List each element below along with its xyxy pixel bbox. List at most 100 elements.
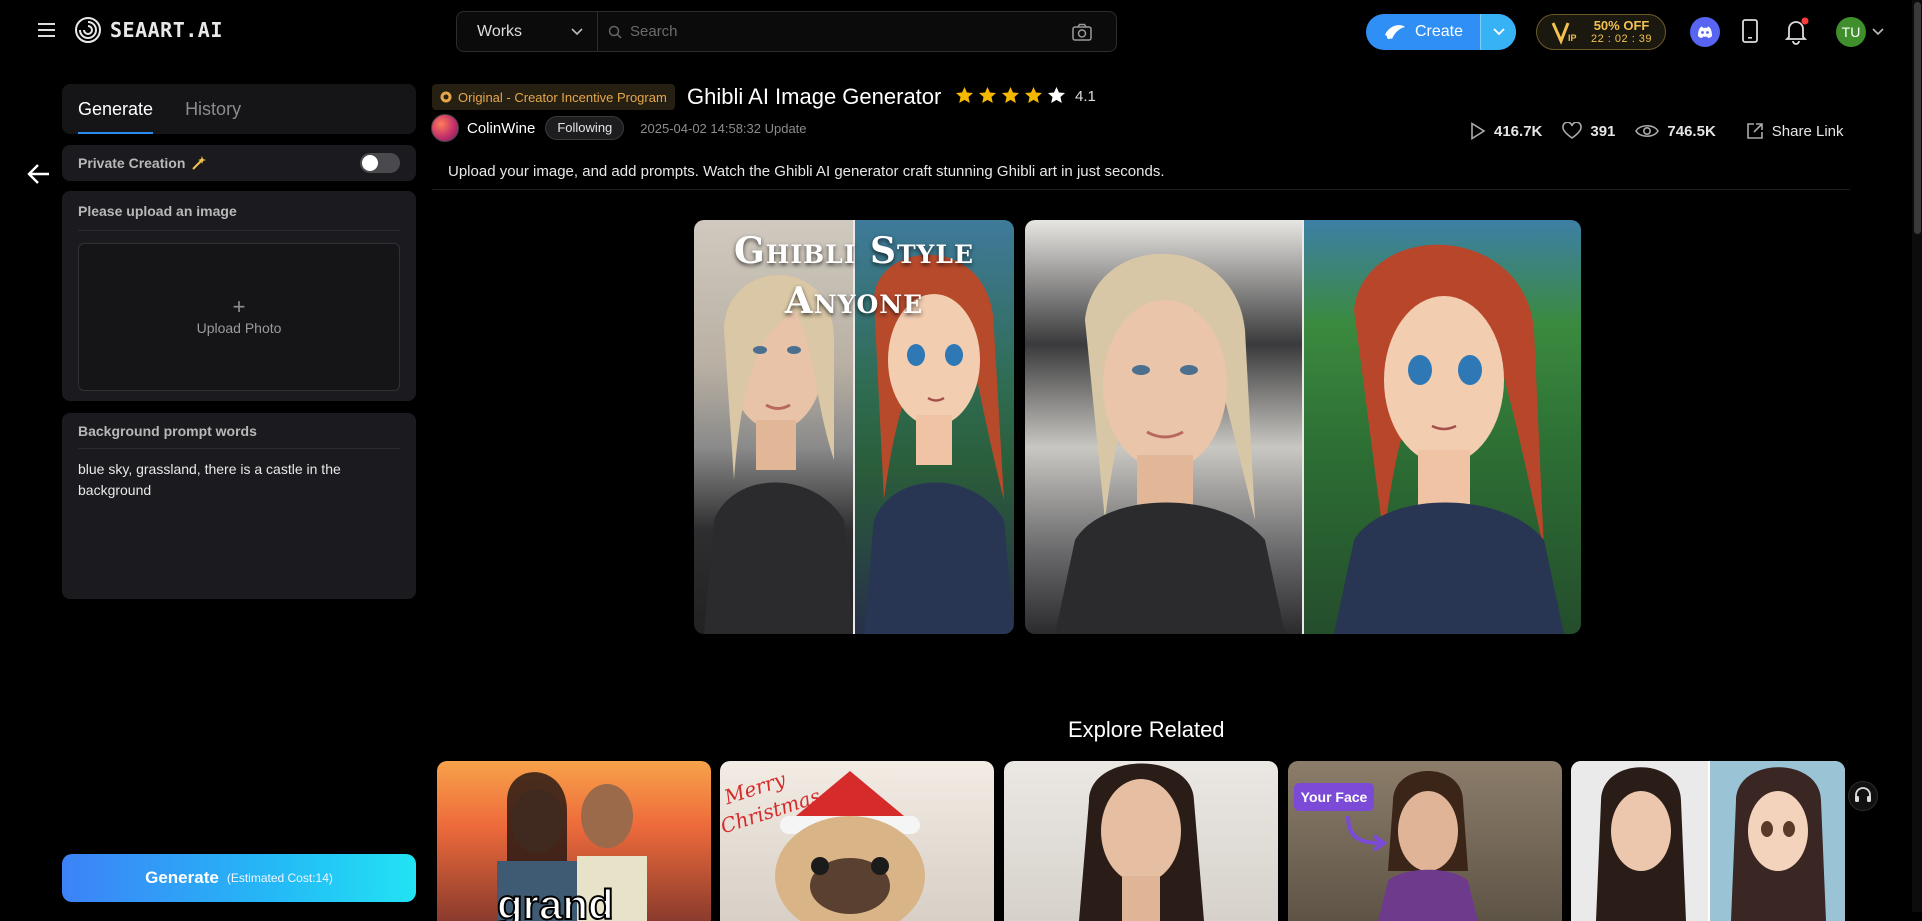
generate-cost: (Estimated Cost:14) [226,871,333,885]
rating-stars[interactable] [955,86,1066,104]
panel-tabs: Generate History [62,84,416,134]
sparkle-icon [191,155,207,171]
back-arrow-icon[interactable] [26,161,52,187]
logo-text: SEAART.AI [110,18,223,42]
tab-generate[interactable]: Generate [78,84,154,134]
upload-photo-dropzone[interactable]: + Upload Photo [78,243,400,391]
related-card-4[interactable]: Your Face [1288,761,1562,921]
search-input[interactable] [622,23,1072,40]
related-thumbnail: Merry Christmas [720,767,925,921]
create-button[interactable]: Create [1366,14,1516,50]
camera-search-icon[interactable] [1072,23,1092,41]
star-icon [955,86,974,104]
hero-overlay-line-1: Ghibli Style [733,230,975,272]
search-category-value: Works [477,22,523,40]
realistic-portrait [1055,253,1285,634]
user-avatar[interactable]: TU [1836,17,1866,47]
hamburger-menu-icon[interactable] [36,19,58,41]
svg-text:IP: IP [1568,33,1577,43]
create-label: Create [1414,23,1464,40]
run-count: 416.7K [1470,122,1542,140]
author-row: ColinWine Following 2025-04-02 14:58:32 … [431,114,807,142]
search-bar: Works [456,11,1117,52]
divider [432,189,1850,190]
related-card-5[interactable] [1571,761,1845,921]
related-thumbnail [1571,761,1845,921]
eye-icon [1635,123,1660,139]
related-thumbnail: Your Face [1294,771,1478,921]
hero-overlay-title: Ghibli Style Anyone [694,226,1014,326]
anime-portrait [1334,244,1564,634]
chevron-down-icon[interactable] [1872,28,1884,36]
star-icon [1047,86,1066,104]
author-name[interactable]: ColinWine [467,120,535,137]
stats-bar: 416.7K 391 746.5K Share Link [1470,120,1844,142]
hero-image-left[interactable]: Ghibli Style Anyone [694,220,1014,634]
your-face-badge: Your Face [1301,789,1368,805]
view-count: 746.5K [1635,122,1716,140]
like-count[interactable]: 391 [1562,122,1615,140]
create-dropdown-button[interactable] [1480,14,1516,50]
chevron-down-icon [1492,28,1505,36]
star-icon [978,86,997,104]
upload-title: Please upload an image [78,191,400,231]
author-avatar[interactable] [431,114,459,142]
related-card-1[interactable]: grand [437,761,711,921]
prompt-title: Background prompt words [78,413,400,449]
star-icon [1024,86,1043,104]
description: Upload your image, and add prompts. Watc… [448,163,1165,180]
tab-history[interactable]: History [185,84,241,134]
share-link-button[interactable]: Share Link [1746,122,1844,140]
grand-logo-text: grand [497,881,614,921]
logo[interactable]: SEAART.AI [74,14,223,46]
creator-program-text: Original - Creator Incentive Program [458,89,667,105]
like-count-value: 391 [1590,122,1616,140]
heart-icon [1562,122,1583,140]
private-creation-row: Private Creation [62,145,416,181]
private-creation-label: Private Creation [78,155,186,171]
notification-bell-icon[interactable] [1783,17,1809,45]
private-creation-toggle[interactable] [360,153,400,173]
search-category-select[interactable]: Works [457,12,598,51]
coin-icon [440,91,452,103]
vip-offer-button[interactable]: IP 50% OFF 22 : 02 : 39 [1536,14,1666,50]
update-timestamp: 2025-04-02 14:58:32 Update [640,120,807,136]
hero-overlay-line-2: Anyone [784,280,924,322]
customer-support-icon[interactable] [1848,781,1878,811]
creator-program-badge[interactable]: Original - Creator Incentive Program [432,84,675,110]
view-count-value: 746.5K [1667,122,1716,140]
generate-button[interactable]: Generate (Estimated Cost:14) [62,854,416,902]
logo-swirl-icon [74,16,102,44]
hero-image-right[interactable] [1025,220,1581,634]
share-icon [1746,122,1764,140]
vip-offer-text: 50% OFF [1593,18,1650,33]
mobile-app-icon[interactable] [1741,19,1759,43]
upload-photo-label: Upload Photo [196,320,282,336]
star-icon [1001,86,1020,104]
share-link-label: Share Link [1771,122,1844,140]
plus-icon: + [232,294,246,319]
rating-value: 4.1 [1075,88,1096,105]
related-card-2[interactable]: Merry Christmas [720,761,994,921]
top-bar: SEAART.AI Works Create [0,0,1922,64]
page-scrollbar-thumb[interactable] [1914,2,1921,234]
play-icon [1470,122,1486,140]
generate-label: Generate [145,868,219,887]
search-icon [608,25,622,39]
related-card-3[interactable] [1004,761,1278,921]
page-title: Ghibli AI Image Generator [687,84,942,109]
upload-card: Please upload an image + Upload Photo [62,191,416,401]
vip-countdown: 22 : 02 : 39 [1591,33,1653,45]
related-thumbnail [1079,763,1204,921]
background-prompt-input[interactable]: blue sky, grassland, there is a castle i… [78,459,400,589]
chevron-down-icon [571,27,583,36]
vip-icon: IP [1551,19,1581,45]
prompt-card: Background prompt words blue sky, grassl… [62,413,416,599]
discord-icon[interactable] [1690,17,1720,47]
explore-related-title: Explore Related [1068,717,1225,742]
create-icon [1383,23,1407,41]
run-count-value: 416.7K [1494,122,1543,140]
related-thumbnail: grand [496,772,647,921]
divider-line [1302,220,1304,634]
following-button[interactable]: Following [545,116,625,140]
